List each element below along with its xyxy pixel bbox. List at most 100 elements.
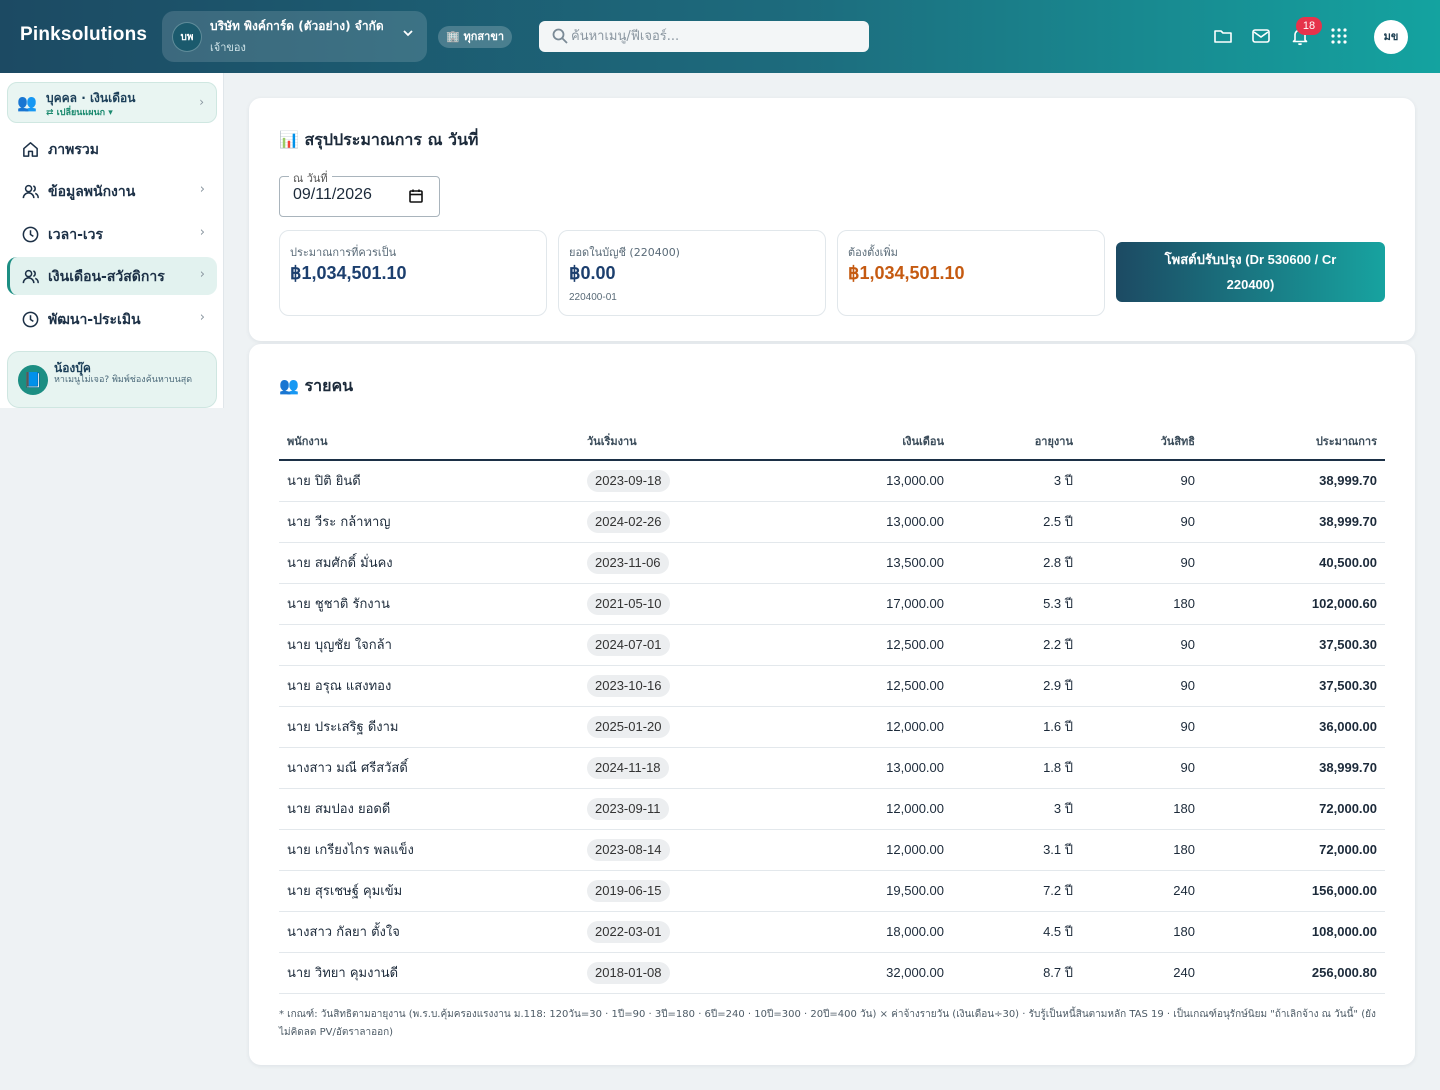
table-row[interactable]: นาย เกรียงไกร พลแข็ง 2023-08-14 12,000.00 3… [279,829,1385,871]
entitled-days: 90 [1081,460,1203,502]
chevron-right-icon: › [199,182,205,197]
table-row[interactable]: นาย สมปอง ยอดดี 2023-09-11 12,000.00 3 ปี 18… [279,788,1385,830]
branch-selector[interactable]: 🏢 ทุกสาขา [438,26,513,48]
stat-label: ต้องตั้งเพิ่ม [848,246,898,259]
user-avatar[interactable]: มข [1374,20,1408,54]
chevron-right-icon: › [199,310,205,325]
company-avatar: บพ [172,22,202,52]
start-date: 2023-09-11 [587,797,669,820]
search-input[interactable] [539,21,869,52]
start-date: 2024-07-01 [587,633,670,656]
estimate: 102,000.60 [1203,583,1385,625]
stat-label: ยอดในบัญชี (220400) [569,246,680,259]
start-date-cell: 2024-07-01 [579,624,779,666]
start-date-cell: 2019-06-15 [579,870,779,912]
employee-name: นาย เกรียงไกร พลแข็ง [279,829,579,871]
column-header: วันสิทธิ [1081,422,1203,461]
start-date: 2021-05-10 [587,592,670,615]
start-date-cell: 2022-03-01 [579,911,779,953]
start-date-cell: 2021-05-10 [579,583,779,625]
entitled-days: 90 [1081,501,1203,543]
salary: 17,000.00 [779,583,952,625]
tenure: 8.7 ปี [952,952,1081,994]
employee-name: นาย วิทยา คุมงานดี [279,952,579,994]
start-date-cell: 2023-09-18 [579,460,779,502]
entitled-days: 240 [1081,870,1203,912]
assistant-hint: หาเมนูไม่เจอ? พิมพ์ช่องค้นหาบนสุด [54,375,193,385]
table-row[interactable]: นาย อรุณ แสงทอง 2023-10-16 12,500.00 2.9 ปี… [279,665,1385,707]
book-icon: 📘 [18,365,48,395]
table-row[interactable]: นางสาว มณี ศรีสวัสดิ์ 2024-11-18 13,000.00… [279,747,1385,789]
entitled-days: 180 [1081,911,1203,953]
stat-label: ประมาณการที่ควรเป็น [290,246,397,259]
mail-icon[interactable] [1250,25,1272,47]
start-date-cell: 2025-01-20 [579,706,779,748]
stat-value: ฿1,034,501.10 [290,263,407,283]
estimate: 40,500.00 [1203,542,1385,584]
home-icon [23,142,38,157]
post-adjustment-button[interactable]: โพสต์ปรับปรุง (Dr 530600 / Cr 220400) [1116,242,1385,302]
estimate: 38,999.70 [1203,501,1385,543]
sidebar-item-development-evaluation[interactable]: พัฒนา-ประเมิน › [7,300,217,338]
table-row[interactable]: นาย สุรเชษฐ์ คุมเข้ม 2019-06-15 19,500.00 7… [279,870,1385,912]
stat-value: ฿0.00 [569,263,616,283]
table-row[interactable]: นาย ประเสริฐ ดีงาม 2025-01-20 12,000.00 1.6… [279,706,1385,748]
chevron-down-icon [403,30,413,37]
salary: 12,500.00 [779,665,952,707]
estimate: 156,000.00 [1203,870,1385,912]
entitled-days: 240 [1081,952,1203,994]
employee-table: พนักงาน วันเริ่มงาน เงินเดือน อายุงาน วั… [279,422,1385,994]
calendar-icon[interactable] [408,188,424,204]
estimate: 38,999.70 [1203,747,1385,789]
sidebar-item-employee-data[interactable]: ข้อมูลพนักงาน › [7,172,217,210]
employee-name: นาย บุญชัย ใจกล้า [279,624,579,666]
change-department-link[interactable]: ⇄ เปลี่ยนแผนก ▾ [46,105,113,119]
clock-icon [22,226,39,243]
sidebar-item-overview[interactable]: ภาพรวม [7,130,217,168]
start-date-cell: 2023-08-14 [579,829,779,871]
footnote: * เกณฑ์: วันสิทธิตามอายุงาน (พ.ร.บ.คุ้มค… [279,1009,1376,1038]
column-header: พนักงาน [279,422,579,461]
table-row[interactable]: นางสาว กัลยา ตั้งใจ 2022-03-01 18,000.00 4.… [279,911,1385,953]
estimate: 37,500.30 [1203,624,1385,666]
top-bar: Pinksolutions บพ บริษัท พิงค์การ์ด (ตัวอ… [0,0,1440,73]
stat-account-balance: ยอดในบัญชี (220400) ฿0.00 220400-01 [558,230,826,316]
start-date-cell: 2023-09-11 [579,788,779,830]
assistant-widget[interactable]: 📘 น้องบุ๊ค หาเมนูไม่เจอ? พิมพ์ช่องค้นหาบ… [7,351,217,408]
salary: 13,500.00 [779,542,952,584]
sidebar-item-label: ข้อมูลพนักงาน [48,184,136,200]
company-name: บริษัท พิงค์การ์ด (ตัวอย่าง) จำกัด [210,19,384,33]
folder-icon[interactable] [1212,25,1234,47]
column-header: อายุงาน [952,422,1081,461]
table-row[interactable]: นาย สมศักดิ์ มั่นคง 2023-11-06 13,500.00 2.… [279,542,1385,584]
stat-expected-estimate: ประมาณการที่ควรเป็น ฿1,034,501.10 [279,230,547,316]
entitled-days: 90 [1081,624,1203,666]
table-row[interactable]: นาย ชูชาติ รักงาน 2021-05-10 17,000.00 5.3 … [279,583,1385,625]
start-date-cell: 2024-02-26 [579,501,779,543]
sidebar-item-time-shift[interactable]: เวลา-เวร › [7,215,217,253]
brand-logo[interactable]: Pinksolutions [20,24,147,46]
apps-grid-icon[interactable] [1328,25,1350,47]
start-date: 2023-08-14 [587,838,670,861]
start-date-cell: 2024-11-18 [579,747,779,789]
sidebar-item-payroll-welfare[interactable]: เงินเดือน-สวัสดิการ › [7,257,217,295]
company-switcher[interactable]: บพ บริษัท พิงค์การ์ด (ตัวอย่าง) จำกัด เจ… [162,11,427,62]
employee-name: นาย สุรเชษฐ์ คุมเข้ม [279,870,579,912]
employee-table-body: นาย ปิติ ยินดี 2023-09-18 13,000.00 3 ปี 90 3… [279,460,1385,994]
column-header: เงินเดือน [779,422,952,461]
chevron-right-icon: › [199,267,205,282]
start-date-cell: 2023-11-06 [579,542,779,584]
summary-title: 📊 สรุปประมาณการ ณ วันที่ [279,130,479,149]
table-row[interactable]: นาย ปิติ ยินดี 2023-09-18 13,000.00 3 ปี 90 3… [279,460,1385,502]
table-row[interactable]: นาย วีระ กล้าหาญ 2024-02-26 13,000.00 2.5 ป… [279,501,1385,543]
tenure: 4.5 ปี [952,911,1081,953]
tenure: 3 ปี [952,788,1081,830]
entitled-days: 180 [1081,829,1203,871]
module-switcher[interactable]: 👥 บุคคล · เงินเดือน ⇄ เปลี่ยนแผนก ▾ › [7,82,217,123]
column-header: ประมาณการ [1203,422,1385,461]
salary: 12,000.00 [779,706,952,748]
start-date: 2024-11-18 [587,756,669,779]
table-row[interactable]: นาย บุญชัย ใจกล้า 2024-07-01 12,500.00 2.2 … [279,624,1385,666]
employee-name: นาย สมศักดิ์ มั่นคง [279,542,579,584]
table-row[interactable]: นาย วิทยา คุมงานดี 2018-01-08 32,000.00 8.7… [279,952,1385,994]
